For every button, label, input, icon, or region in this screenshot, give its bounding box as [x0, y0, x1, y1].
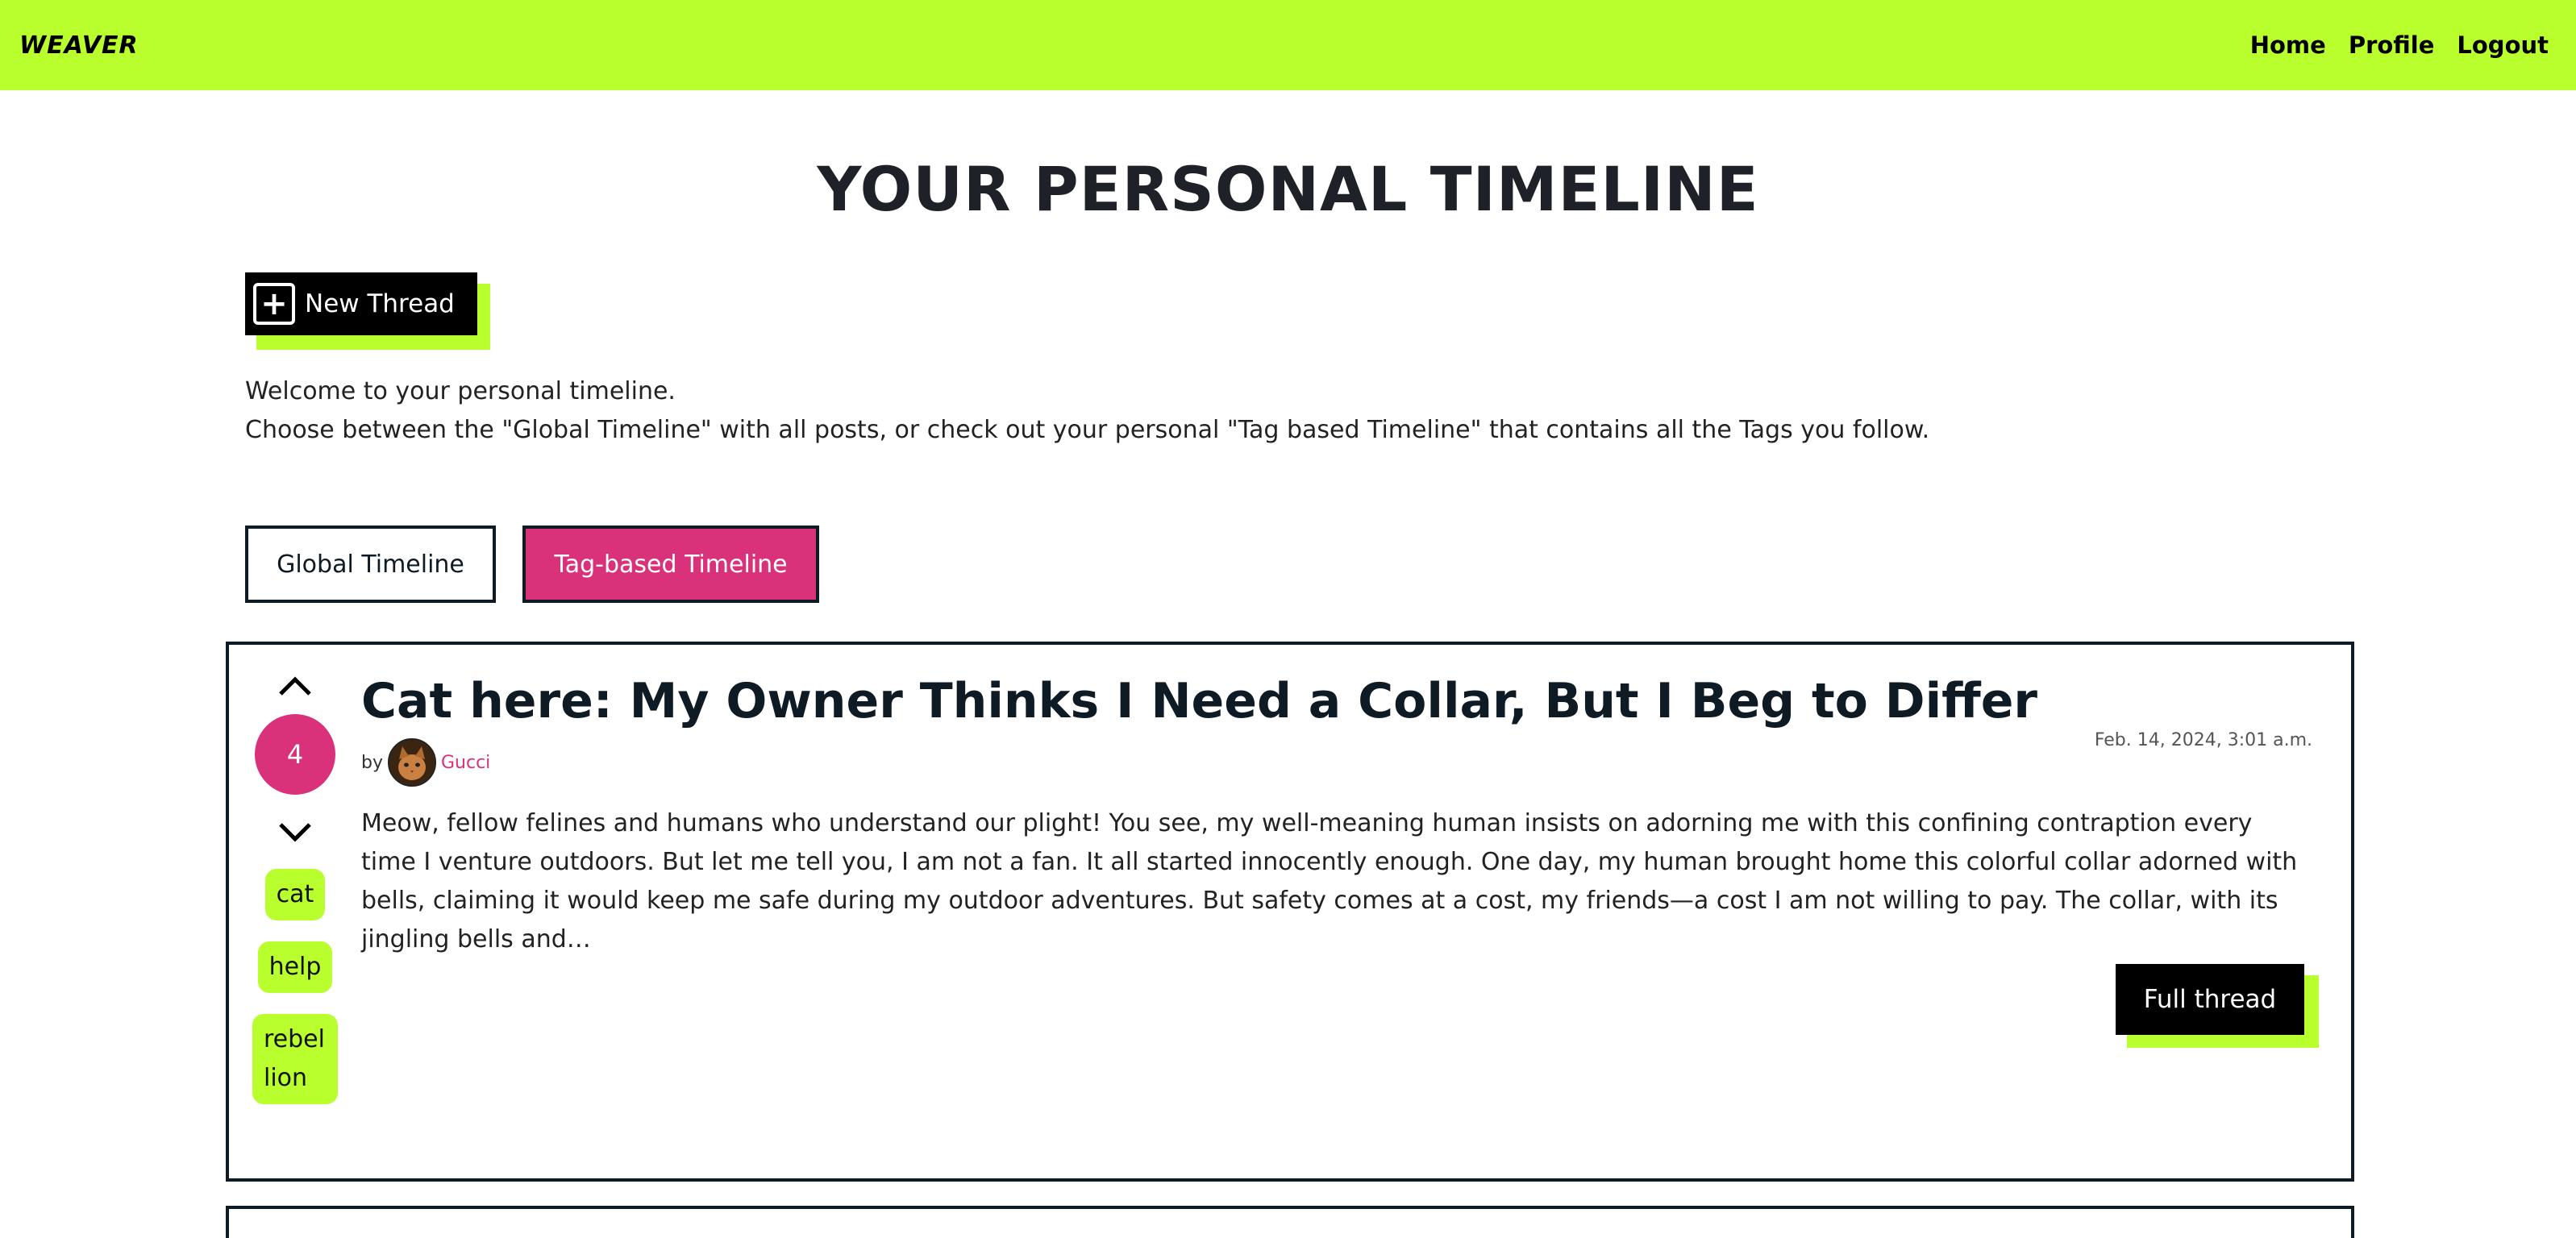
tag-cat[interactable]: cat	[264, 869, 326, 920]
weaver-logo[interactable]: WEAVER	[19, 31, 139, 60]
tag-list: cat help rebel lion	[252, 869, 338, 1104]
author-avatar[interactable]	[387, 738, 436, 787]
thread-card: 4 cat help rebel lion Cat here: My Owner…	[226, 642, 2354, 1182]
full-thread-button-wrap: Full thread	[2116, 964, 2319, 1048]
upvote-arrow-icon[interactable]	[275, 666, 315, 706]
downvote-arrow-icon[interactable]	[275, 812, 315, 853]
author-link[interactable]: Gucci	[441, 753, 490, 773]
intro-text: Welcome to your personal timeline. Choos…	[245, 372, 1929, 450]
thread-title[interactable]: Cat here: My Owner Thinks I Need a Colla…	[361, 669, 2312, 733]
thread-date: Feb. 14, 2024, 3:01 a.m.	[2094, 730, 2312, 750]
new-thread-label: New Thread	[305, 289, 455, 318]
full-thread-button[interactable]: Full thread	[2116, 964, 2304, 1035]
nav-links: Home Profile Logout	[2250, 31, 2557, 59]
tag-help[interactable]: help	[257, 941, 333, 993]
tag-rebel-lion[interactable]: rebel lion	[252, 1014, 338, 1104]
intro-line-1: Welcome to your personal timeline.	[245, 377, 676, 405]
plus-icon: +	[253, 283, 295, 325]
intro-line-2: Choose between the "Global Timeline" wit…	[245, 416, 1930, 444]
nav-home-link[interactable]: Home	[2250, 31, 2326, 59]
thread-meta: by Gucci Feb. 14, 2024, 3:01 a.m.	[361, 730, 2312, 787]
new-thread-button-wrap: + New Thread	[245, 272, 490, 350]
global-timeline-button[interactable]: Global Timeline	[245, 526, 496, 603]
nav-logout-link[interactable]: Logout	[2457, 31, 2549, 59]
thread-body: Cat here: My Owner Thinks I Need a Colla…	[361, 669, 2312, 959]
page-title: YOUR PERSONAL TIMELINE	[817, 153, 1759, 225]
top-navbar: WEAVER Home Profile Logout	[0, 0, 2576, 90]
tag-based-timeline-button[interactable]: Tag-based Timeline	[522, 526, 819, 603]
next-thread-card-edge	[226, 1206, 2354, 1238]
vote-column: 4 cat help rebel lion	[247, 645, 343, 1104]
thread-excerpt: Meow, fellow felines and humans who unde…	[361, 809, 2298, 953]
by-label: by	[361, 752, 383, 773]
nav-profile-link[interactable]: Profile	[2349, 31, 2435, 59]
new-thread-button[interactable]: + New Thread	[245, 272, 477, 335]
vote-count-badge: 4	[255, 714, 335, 795]
